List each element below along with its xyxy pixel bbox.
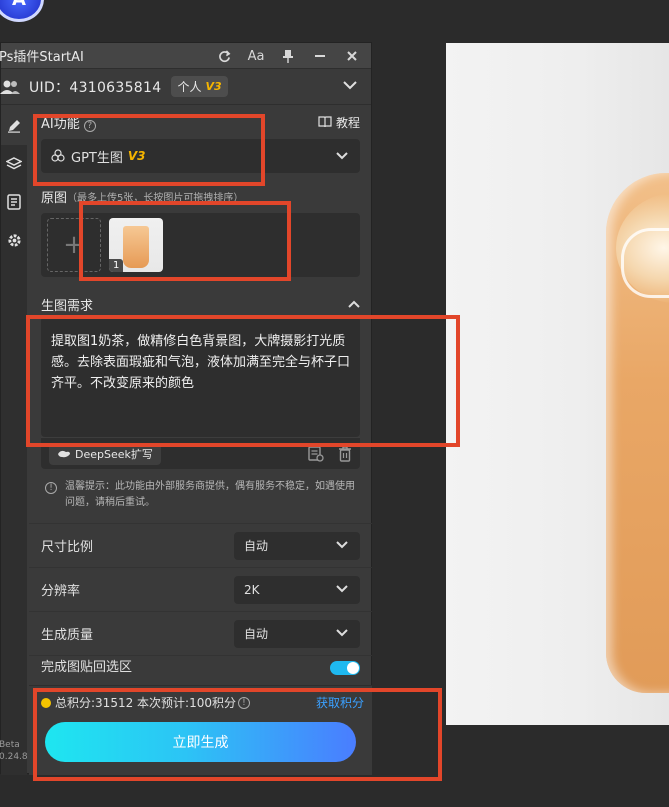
tier-version-badge: V3 (205, 80, 222, 93)
resolution-select[interactable]: 2K (234, 575, 360, 604)
annotation-box-ai-function (33, 114, 265, 186)
history-icon[interactable] (1, 183, 27, 221)
annotation-box-generate (33, 688, 442, 781)
tier-badge: 个人 V3 (171, 76, 228, 97)
beta-label: Beta (0, 740, 20, 750)
chevron-up-icon[interactable] (348, 297, 360, 312)
edit-icon[interactable] (1, 107, 27, 145)
titlebar-icons: Aa (215, 47, 361, 65)
annotation-box-requirement (26, 315, 460, 447)
panel-titlebar: Ps插件StartAI Aa (0, 43, 371, 69)
startai-logo-icon: A (0, 0, 44, 22)
deepseek-label: DeepSeek扩写 (75, 447, 153, 461)
uid-text: UID：4310635814 (29, 79, 162, 96)
minimize-icon[interactable] (311, 47, 329, 65)
option-row-resolution: 分辨率 2K (29, 567, 372, 611)
info-icon: ! (45, 482, 57, 494)
tutorial-link[interactable]: 教程 (318, 114, 360, 131)
option-label: 尺寸比例 (41, 540, 94, 555)
chevron-down-icon (336, 627, 348, 640)
chevron-down-icon (336, 539, 348, 552)
book-icon (318, 116, 332, 128)
option-row-paste-back: 完成图贴回选区 (29, 655, 372, 675)
annotation-box-source-image (79, 201, 291, 281)
option-value: 自动 (244, 627, 269, 641)
tool-sidebar: Beta 0.24.8 (0, 107, 28, 775)
requirement-label: 生图需求 (41, 298, 94, 314)
settings-icon[interactable] (1, 221, 27, 259)
cup-lid-outline (621, 228, 669, 298)
trash-icon[interactable] (338, 445, 352, 462)
tier-label: 个人 (177, 80, 202, 94)
font-size-icon[interactable]: Aa (247, 47, 265, 65)
prompt-library-icon[interactable] (308, 445, 324, 462)
options-list: 尺寸比例 自动 分辨率 2K 生成质量 自动 完成图贴回选区 (29, 523, 372, 675)
chevron-down-icon[interactable] (343, 78, 357, 94)
notice-text: ! 温馨提示：此功能由外部服务商提供，偶有服务不稳定，如遇使用问题，请稍后重试。 (41, 469, 360, 511)
version-info: Beta 0.24.8 (0, 739, 28, 763)
canvas-preview (446, 43, 669, 725)
pin-icon[interactable] (279, 47, 297, 65)
option-row-aspect: 尺寸比例 自动 (29, 523, 372, 567)
option-value: 自动 (244, 539, 269, 553)
paste-back-toggle[interactable] (330, 661, 360, 675)
tutorial-label: 教程 (335, 115, 360, 130)
option-row-quality: 生成质量 自动 (29, 611, 372, 655)
option-value: 2K (244, 582, 260, 597)
close-icon[interactable] (343, 47, 361, 65)
refresh-icon[interactable] (215, 47, 233, 65)
source-image-label: 原图 (41, 190, 68, 206)
deepseek-icon (58, 450, 70, 457)
user-bar[interactable]: UID：4310635814 个人 V3 (0, 69, 371, 105)
requirement-label-row: 生图需求 (41, 291, 360, 317)
requirement-tool-icons (308, 445, 352, 462)
chevron-down-icon (336, 149, 348, 163)
chevron-down-icon (336, 583, 348, 596)
users-icon (0, 79, 21, 95)
notice-body: 温馨提示：此功能由外部服务商提供，偶有服务不稳定，如遇使用问题，请稍后重试。 (65, 481, 355, 508)
aspect-ratio-select[interactable]: 自动 (234, 531, 360, 560)
option-label: 分辨率 (41, 584, 81, 599)
option-label: 生成质量 (41, 628, 94, 643)
version-label: 0.24.8 (0, 752, 28, 762)
panel-title: Ps插件StartAI (0, 50, 84, 65)
layers-icon[interactable] (1, 145, 27, 183)
quality-select[interactable]: 自动 (234, 619, 360, 648)
option-label: 完成图贴回选区 (41, 660, 133, 675)
